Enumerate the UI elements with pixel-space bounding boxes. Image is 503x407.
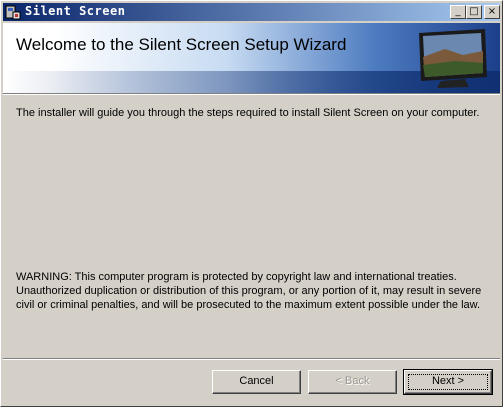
next-button[interactable]: Next > [403, 369, 493, 395]
cancel-label: Cancel [239, 375, 274, 387]
window-title: Silent Screen [25, 4, 126, 18]
close-icon: × [487, 6, 497, 17]
minimize-button[interactable]: _ [450, 5, 466, 19]
focus-rect [408, 374, 488, 390]
maximize-icon: □ [469, 6, 479, 17]
banner-divider [3, 93, 500, 95]
minimize-icon: _ [455, 6, 461, 17]
close-button[interactable]: × [484, 5, 500, 19]
banner-title: Welcome to the Silent Screen Setup Wizar… [16, 35, 347, 54]
wizard-banner: Welcome to the Silent Screen Setup Wizar… [3, 23, 500, 93]
setup-window: Silent Screen _ □ × Welcome to the Silen… [0, 0, 503, 407]
back-label: < Back [335, 375, 370, 387]
installer-icon [5, 5, 21, 20]
title-bar[interactable]: Silent Screen _ □ × [3, 3, 500, 21]
monitor-icon [419, 29, 487, 88]
back-button: < Back [308, 370, 397, 394]
maximize-button[interactable]: □ [466, 5, 482, 19]
intro-text: The installer will guide you through the… [16, 107, 480, 119]
cancel-button[interactable]: Cancel [212, 370, 301, 394]
footer-divider [3, 358, 500, 360]
copyright-warning: WARNING: This computer program is protec… [16, 271, 482, 311]
